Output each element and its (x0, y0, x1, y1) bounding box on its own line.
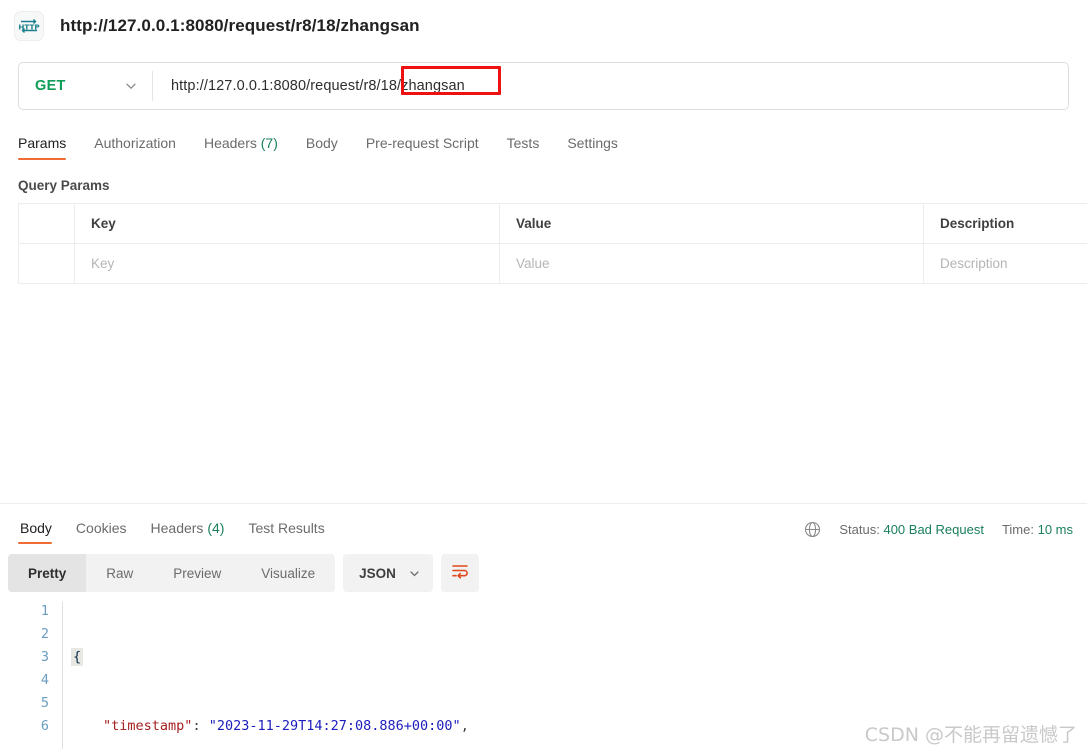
tab-body[interactable]: Body (292, 135, 352, 160)
format-visualize-label: Visualize (261, 565, 316, 581)
format-segment-group: Pretty Raw Preview Visualize (8, 554, 336, 592)
chevron-down-icon (124, 79, 138, 93)
response-tab-cookies-label: Cookies (75, 520, 127, 536)
http-method-dropdown[interactable]: GET (19, 63, 152, 109)
url-input-value: http://127.0.0.1:8080/request/r8/18/zhan… (171, 78, 465, 94)
time-label: Time: (1001, 522, 1034, 537)
tab-settings-label: Settings (567, 135, 618, 151)
status-value: 400 Bad Request (883, 522, 984, 537)
column-header-value: Value (500, 204, 924, 243)
format-pretty-button[interactable]: Pretty (8, 554, 87, 592)
line-number: 5 (40, 695, 49, 711)
status-badge[interactable]: Status: 400 Bad Request (839, 522, 984, 537)
request-tab-bar: Params Authorization Headers (7) Body Pr… (16, 124, 1087, 160)
header-checkbox-cell (18, 204, 75, 243)
response-tab-headers-label: Headers (150, 520, 204, 536)
param-value-input[interactable]: Value (500, 244, 924, 283)
response-tabs: Body Cookies Headers (4) Test Results (8, 520, 337, 544)
globe-icon[interactable] (804, 521, 821, 538)
url-input[interactable]: http://127.0.0.1:8080/request/r8/18/zhan… (153, 63, 1068, 109)
response-format-toolbar: Pretty Raw Preview Visualize JSON (8, 554, 479, 592)
postman-window: HTTP http://127.0.0.1:8080/request/r8/18… (0, 0, 1087, 753)
tab-authorization-label: Authorization (94, 135, 176, 151)
format-raw-button[interactable]: Raw (86, 554, 153, 592)
wrap-text-icon (450, 561, 470, 586)
tab-authorization[interactable]: Authorization (80, 135, 190, 160)
tab-params-label: Params (18, 135, 67, 151)
line-number: 3 (40, 649, 49, 665)
response-tab-headers-count: (4) (207, 520, 225, 536)
response-tab-body-label: Body (20, 520, 52, 536)
tab-tests[interactable]: Tests (493, 135, 554, 160)
tab-headers[interactable]: Headers (7) (190, 135, 292, 160)
json-open-brace: { (71, 648, 84, 666)
response-tab-test-results[interactable]: Test Results (236, 520, 336, 544)
param-key-input[interactable]: Key (75, 244, 500, 283)
format-preview-button[interactable]: Preview (153, 554, 241, 592)
query-params-table: Key Value Description Key Value Descript… (18, 203, 1087, 284)
tab-headers-label: Headers (203, 135, 257, 151)
format-visualize-button[interactable]: Visualize (241, 554, 335, 592)
tab-pre-request-script-label: Pre-request Script (365, 135, 479, 151)
row-checkbox-cell[interactable] (18, 244, 75, 283)
format-pretty-label: Pretty (28, 565, 67, 581)
line-number: 1 (40, 603, 49, 619)
table-row: Key Value Description (18, 244, 1087, 284)
time-badge[interactable]: Time: 10 ms (1002, 522, 1073, 537)
query-params-title: Query Params (18, 178, 110, 193)
json-key-timestamp: "timestamp" (103, 718, 193, 734)
column-header-description: Description (940, 216, 1015, 231)
request-title-row: HTTP http://127.0.0.1:8080/request/r8/18… (0, 0, 1087, 52)
page-title: http://127.0.0.1:8080/request/r8/18/zhan… (60, 16, 420, 35)
code-line-1: { (71, 646, 1087, 669)
request-url-bar: GET http://127.0.0.1:8080/request/r8/18/… (18, 62, 1069, 110)
language-dropdown[interactable]: JSON (343, 554, 433, 592)
param-description-input[interactable]: Description (924, 244, 1087, 283)
response-tab-cookies[interactable]: Cookies (64, 520, 139, 544)
table-header-row: Key Value Description (18, 203, 1087, 244)
svg-text:HTTP: HTTP (18, 22, 39, 31)
time-value: 10 ms (1037, 522, 1073, 537)
response-meta: Status: 400 Bad Request Time: 10 ms (804, 521, 1087, 544)
response-tab-test-results-label: Test Results (248, 520, 325, 536)
line-number: 6 (40, 718, 49, 734)
http-method-label: GET (35, 78, 66, 94)
json-value-timestamp: "2023-11-29T14:27:08.886+00:00" (208, 718, 461, 734)
status-label: Status: (839, 522, 880, 537)
response-tab-bar: Body Cookies Headers (4) Test Results St… (0, 504, 1087, 544)
wrap-text-button[interactable] (440, 554, 479, 592)
tab-params[interactable]: Params (16, 135, 80, 160)
column-header-key: Key (75, 204, 500, 243)
line-number: 2 (40, 626, 49, 642)
line-number: 4 (40, 672, 49, 688)
watermark: CSDN @不能再留遗憾了 (864, 724, 1077, 746)
tab-settings[interactable]: Settings (553, 135, 632, 160)
tab-tests-label: Tests (506, 135, 540, 151)
tab-pre-request-script[interactable]: Pre-request Script (352, 135, 493, 160)
http-protocol-icon: HTTP (14, 11, 44, 41)
chevron-down-icon (408, 567, 421, 580)
line-number-gutter: 1 2 3 4 5 6 (0, 600, 62, 753)
format-preview-label: Preview (173, 565, 222, 581)
response-tab-headers[interactable]: Headers (4) (139, 520, 237, 544)
response-tab-body[interactable]: Body (8, 520, 64, 544)
tab-body-label: Body (305, 135, 338, 151)
tab-headers-count: (7) (260, 135, 278, 151)
language-dropdown-label: JSON (359, 565, 396, 581)
format-raw-label: Raw (106, 565, 134, 581)
